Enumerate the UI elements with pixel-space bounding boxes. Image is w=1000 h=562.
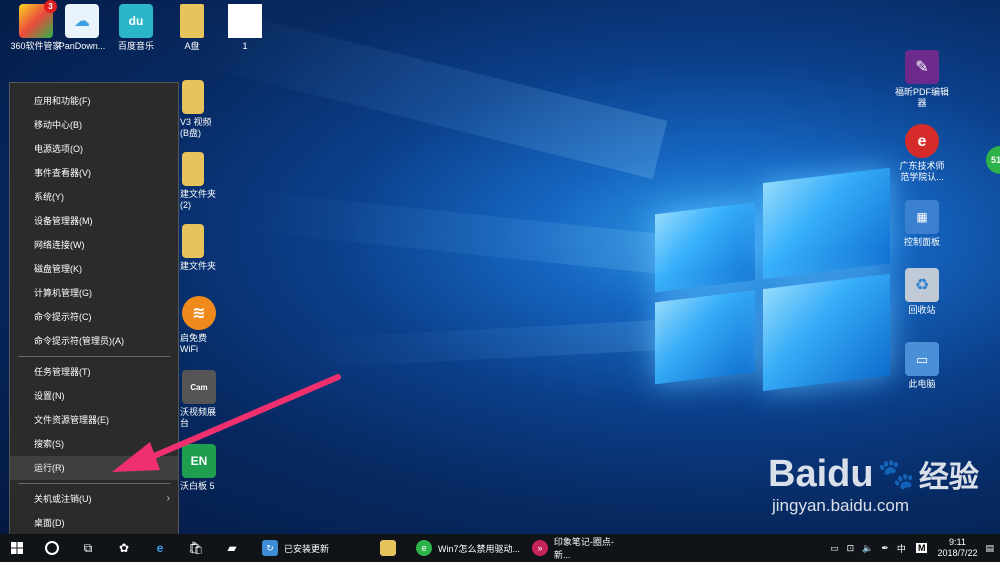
volume-icon[interactable]: 🔈 bbox=[862, 543, 873, 554]
browser-360-icon: e bbox=[416, 540, 432, 556]
explorer-icon bbox=[380, 540, 396, 556]
watermark-url: jingyan.baidu.com bbox=[772, 496, 910, 515]
task-evernote[interactable]: » 印象笔记-圈点-新... bbox=[526, 534, 636, 562]
action-center-icon[interactable]: ▤ bbox=[985, 543, 994, 554]
task-label: 印象笔记-圈点-新... bbox=[553, 537, 614, 560]
ime-mode-indicator[interactable]: M bbox=[915, 543, 928, 553]
cortana-button[interactable] bbox=[34, 534, 70, 562]
evernote-icon: » bbox=[532, 540, 548, 556]
task-installed-updates[interactable]: ↻ 已安装更新 bbox=[256, 534, 374, 562]
start-button[interactable] bbox=[0, 534, 34, 562]
edge-button[interactable]: e bbox=[142, 534, 178, 562]
task-360-browser[interactable]: e Win7怎么禁用驱动... bbox=[410, 534, 526, 562]
watermark-brand-cn: 经验 bbox=[918, 461, 979, 494]
pinned-app-button-2[interactable]: ▰ bbox=[214, 534, 250, 562]
system-tray: ▭ ⊡ 🔈 ✒ 中 M 9:11 2018/7/22 ▤ bbox=[830, 534, 1000, 562]
task-file-explorer[interactable] bbox=[374, 534, 410, 562]
network-icon[interactable]: ⊡ bbox=[847, 543, 855, 554]
task-view-button[interactable]: ⧉ bbox=[70, 534, 106, 562]
pinned-app-button[interactable]: ✿ bbox=[106, 534, 142, 562]
store-button[interactable]: 🛍 bbox=[178, 534, 214, 562]
taskbar: ⧉ ✿ e 🛍 ▰ ↻ 已安装更新 e Win7怎么禁用驱动... » 印象笔记… bbox=[0, 534, 1000, 562]
desktop-app-icon: ▰ bbox=[227, 541, 237, 555]
cortana-circle-icon bbox=[45, 541, 59, 555]
notification-area-icon[interactable]: ▭ bbox=[830, 543, 839, 554]
paw-icon: 🐾 bbox=[877, 457, 915, 491]
store-icon: 🛍 bbox=[188, 541, 204, 555]
task-view-icon: ⧉ bbox=[83, 540, 93, 555]
baidu-watermark: Baidu 🐾 经验 jingyan.baidu.com bbox=[768, 452, 979, 516]
windows-start-icon bbox=[11, 542, 23, 554]
task-label: 已安装更新 bbox=[284, 543, 330, 554]
edge-icon: e bbox=[156, 541, 164, 555]
clock-time: 9:11 bbox=[949, 537, 966, 547]
task-label: Win7怎么禁用驱动... bbox=[438, 543, 521, 554]
clock[interactable]: 9:11 2018/7/22 bbox=[937, 537, 977, 559]
app-icon: ✿ bbox=[118, 541, 130, 555]
watermark-brand: Baidu bbox=[768, 452, 874, 495]
ime-indicator[interactable]: 中 bbox=[897, 542, 906, 555]
clock-date: 2018/7/22 bbox=[937, 548, 978, 558]
update-icon: ↻ bbox=[262, 540, 278, 556]
pen-icon[interactable]: ✒ bbox=[881, 543, 889, 554]
